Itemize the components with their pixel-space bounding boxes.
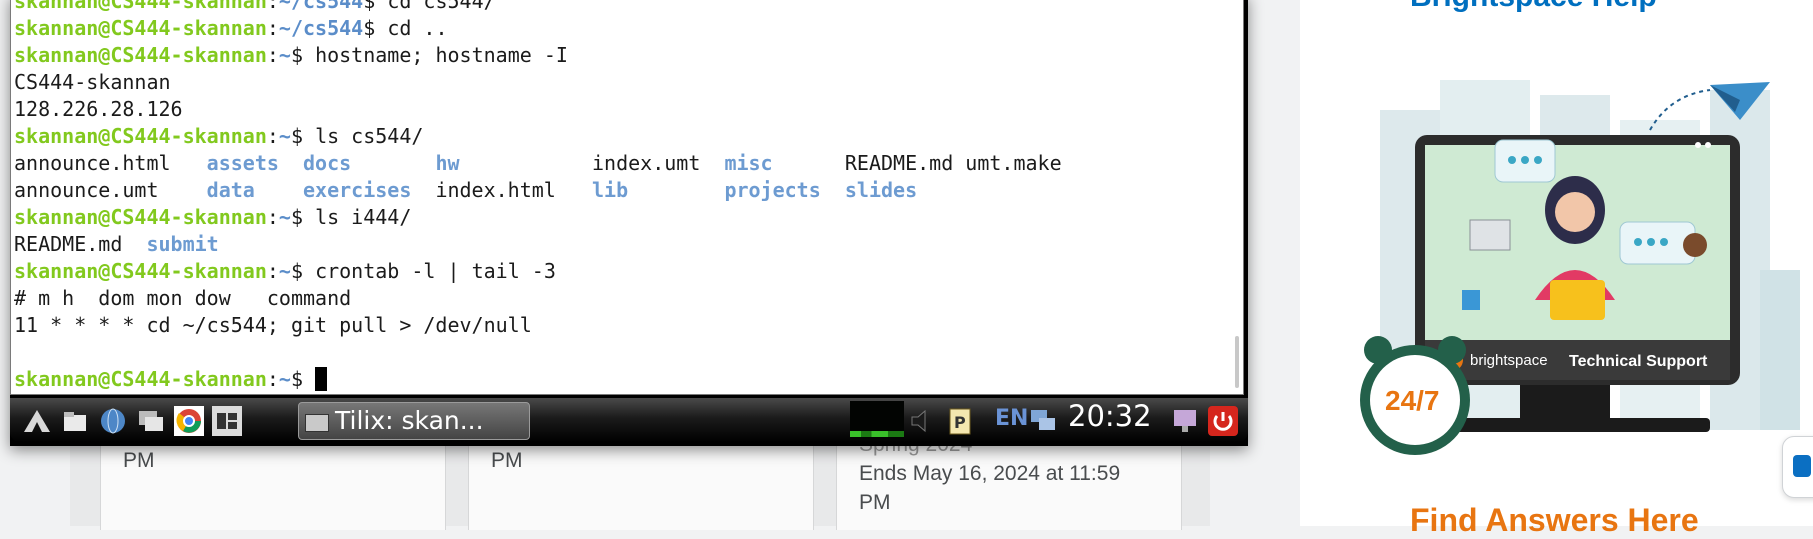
svg-text:P: P: [954, 413, 966, 432]
prompt-path: ~: [278, 367, 291, 391]
command-text: hostname; hostname -I: [315, 43, 568, 67]
card-end-date: Ends May 16, 2024 at 11:59: [859, 462, 1121, 485]
prompt-path: ~/cs544: [278, 0, 364, 13]
taskbar-window-tilix[interactable]: Tilix: skan...: [298, 402, 530, 440]
prompt-path: ~: [278, 124, 291, 148]
ls-directory: projects: [724, 178, 845, 202]
volume-icon[interactable]: [908, 406, 938, 436]
prompt-user-host: skannan@CS444-skannan: [14, 43, 267, 67]
ls-directory: data: [206, 178, 303, 202]
file-manager-icon[interactable]: [60, 406, 90, 436]
help-panel-title: Brightspace Help: [1410, 0, 1720, 13]
card-date-text: PM: [491, 449, 523, 472]
prompt-path: ~: [278, 259, 291, 283]
prompt-path: ~: [278, 205, 291, 229]
ls-directory: lib: [591, 178, 725, 202]
find-answers-heading[interactable]: Find Answers Here: [1410, 502, 1699, 539]
output-line: 128.226.28.126: [14, 97, 183, 121]
ls-directory: assets: [206, 151, 303, 175]
chrome-icon[interactable]: [174, 406, 204, 436]
cpu-monitor-graph: [850, 401, 904, 439]
terminal-text: skannan@CS444-skannan:~/cs544$ cd cs544/…: [14, 0, 1086, 393]
card-end-time: PM: [859, 491, 891, 514]
ls-file: index.html: [435, 178, 592, 202]
network-icon[interactable]: [1028, 406, 1058, 436]
ls-file: README.md: [14, 232, 147, 256]
terminal-output[interactable]: skannan@CS444-skannan:~/cs544$ cd cs544/…: [10, 0, 1244, 395]
ls-directory: misc: [724, 151, 845, 175]
terminal-cursor: [315, 367, 328, 391]
chat-button[interactable]: [1782, 436, 1813, 498]
card-date-text: PM: [123, 449, 155, 472]
support-illustration: brightspace Technical Support 24/7: [1360, 80, 1800, 455]
power-icon[interactable]: [1208, 406, 1238, 436]
tilix-launcher-icon[interactable]: [212, 406, 242, 436]
command-text: cd ..: [387, 16, 448, 40]
prompt-path: ~/cs544: [278, 16, 364, 40]
ls-file: index.umt: [591, 151, 725, 175]
user-switch-icon[interactable]: [1170, 406, 1200, 436]
badge-24-7: 24/7: [1385, 385, 1440, 416]
ls-directory: hw: [435, 151, 592, 175]
tilix-icon: [305, 414, 329, 432]
ls-directory: docs: [302, 151, 436, 175]
terminal-window[interactable]: skannan@CS444-skannan:~/cs544$ cd cs544/…: [10, 0, 1248, 446]
prompt-user-host: skannan@CS444-skannan: [14, 205, 267, 229]
prompt-user-host: skannan@CS444-skannan: [14, 0, 267, 13]
prompt-user-host: skannan@CS444-skannan: [14, 367, 267, 391]
crontab-header: # m h dom mon dow command: [14, 286, 352, 310]
command-text: crontab -l | tail -3: [315, 259, 556, 283]
ls-file: README.md: [844, 151, 966, 175]
prompt-path: ~: [278, 43, 291, 67]
prompt-user-host: skannan@CS444-skannan: [14, 16, 267, 40]
ls-directory: submit: [146, 232, 219, 256]
ls-file: umt.make: [965, 151, 1086, 175]
ls-file: announce.html: [14, 151, 207, 175]
windows-switcher-icon[interactable]: [136, 406, 166, 436]
prompt-user-host: skannan@CS444-skannan: [14, 259, 267, 283]
brightspace-logo-text: brightspace: [1470, 352, 1548, 369]
ls-directory: slides: [844, 178, 966, 202]
chat-icon: [1793, 455, 1811, 477]
ls-file: announce.umt: [14, 178, 207, 202]
command-text: cd cs544/: [387, 0, 496, 13]
crontab-entry: 11 * * * * cd ~/cs544; git pull > /dev/n…: [14, 313, 532, 337]
taskbar-clock[interactable]: 20:32: [1068, 399, 1152, 433]
clipboard-icon[interactable]: P: [945, 406, 975, 436]
terminal-scrollbar[interactable]: [1235, 336, 1239, 388]
keyboard-layout-indicator[interactable]: EN: [995, 406, 1028, 431]
taskbar-window-title: Tilix: skan...: [335, 406, 484, 435]
start-menu-icon[interactable]: [22, 406, 52, 436]
taskbar: Tilix: skan... P EN 20:32: [10, 398, 1248, 442]
ls-directory: exercises: [302, 178, 436, 202]
output-line: CS444-skannan: [14, 70, 171, 94]
prompt-user-host: skannan@CS444-skannan: [14, 124, 267, 148]
command-text: ls i444/: [315, 205, 412, 229]
technical-support-label: Technical Support: [1569, 353, 1708, 370]
command-text: ls cs544/: [315, 124, 424, 148]
network-globe-icon[interactable]: [98, 406, 128, 436]
